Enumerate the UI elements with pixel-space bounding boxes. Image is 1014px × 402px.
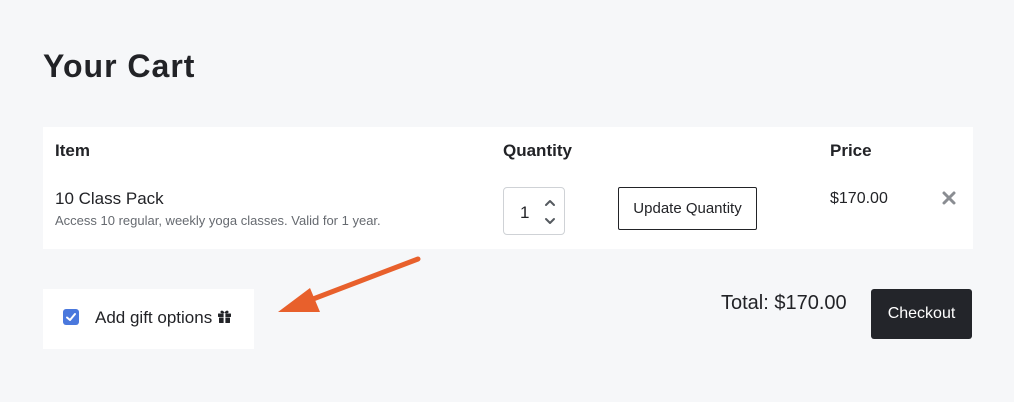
quantity-stepper[interactable]: 1 xyxy=(503,187,565,235)
gift-options-checkbox[interactable] xyxy=(63,309,79,325)
quantity-value[interactable]: 1 xyxy=(520,203,529,223)
column-header-quantity: Quantity xyxy=(503,141,572,160)
gift-options-card: Add gift options xyxy=(43,289,254,349)
item-price: $170.00 xyxy=(830,190,888,207)
item-description: Access 10 regular, weekly yoga classes. … xyxy=(55,213,381,228)
update-quantity-button[interactable]: Update Quantity xyxy=(618,187,757,230)
gift-options-label[interactable]: Add gift options xyxy=(95,308,212,328)
gift-icon xyxy=(218,310,231,323)
column-header-item: Item xyxy=(55,141,90,160)
stepper-arrows-icon[interactable] xyxy=(544,196,556,228)
close-icon[interactable] xyxy=(942,191,956,205)
checkout-button[interactable]: Checkout xyxy=(871,289,972,339)
item-name: 10 Class Pack xyxy=(55,189,164,208)
cart-table: Item Quantity Price 10 Class Pack Access… xyxy=(43,127,973,249)
column-header-price: Price xyxy=(830,141,872,160)
page-title: Your Cart xyxy=(43,48,196,84)
cart-total: Total: $170.00 xyxy=(721,292,847,314)
check-icon xyxy=(66,313,76,321)
annotation-arrow-icon xyxy=(278,256,421,312)
